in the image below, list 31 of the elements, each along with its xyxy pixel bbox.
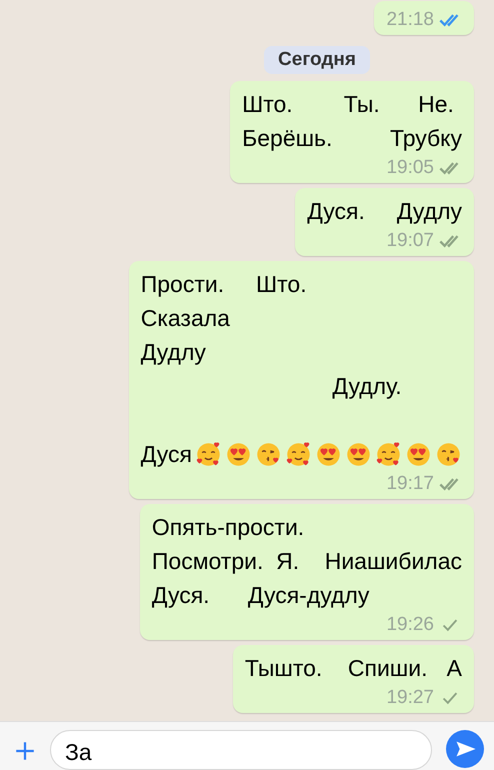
message-time: 21:18 bbox=[386, 9, 434, 31]
emoji-icon bbox=[285, 440, 312, 468]
message-time: 19:07 bbox=[386, 230, 434, 252]
emoji-icon bbox=[255, 440, 282, 468]
message-text: Дудлу bbox=[140, 338, 207, 367]
message-time: 19:05 bbox=[386, 157, 434, 179]
emoji-icon bbox=[315, 440, 342, 468]
emoji-icon bbox=[435, 440, 462, 468]
emoji-icon bbox=[345, 440, 372, 468]
message-time: 19:17 bbox=[386, 473, 434, 495]
message-text: Тышто. Спиши. А bbox=[244, 654, 462, 683]
message-text: Опять-прости. bbox=[152, 513, 306, 542]
message-text: Што. Ты. Не. bbox=[242, 90, 455, 119]
message-text: Берёшь. Трубку bbox=[242, 124, 462, 153]
message-text: Дуся. Дуся-дудлу bbox=[152, 581, 370, 610]
message-text: Посмотри. Я. Ниашибилас bbox=[152, 547, 462, 576]
message-text: Дуся bbox=[140, 440, 192, 469]
send-button[interactable] bbox=[446, 730, 484, 768]
emoji-icon bbox=[375, 440, 402, 468]
plus-icon[interactable] bbox=[14, 740, 36, 762]
message-text: Дудлу. bbox=[331, 372, 403, 401]
message-text: Прости. Што. bbox=[140, 270, 308, 299]
message-text: Дуся. Дудлу bbox=[307, 197, 462, 226]
message-input[interactable]: За bbox=[50, 730, 432, 770]
message-time: 19:27 bbox=[386, 687, 434, 709]
emoji-icon bbox=[225, 440, 252, 468]
message-time: 19:26 bbox=[386, 614, 434, 636]
message-text: Сказала bbox=[140, 304, 231, 333]
date-chip: Сегодня bbox=[264, 46, 370, 74]
emoji-icon bbox=[405, 440, 432, 468]
emoji-icon bbox=[195, 440, 222, 468]
